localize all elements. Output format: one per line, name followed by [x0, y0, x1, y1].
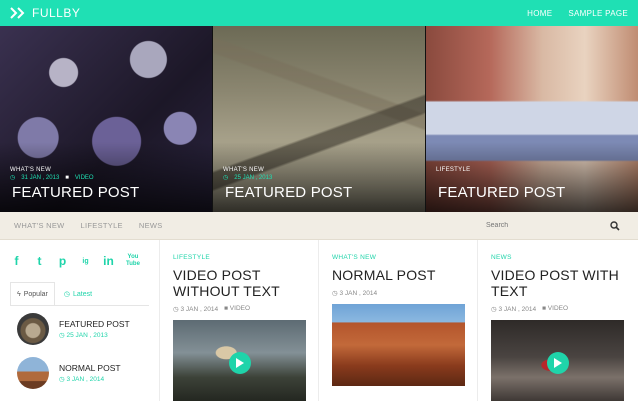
- logo[interactable]: FULLBY: [10, 6, 80, 20]
- twitter-icon[interactable]: t: [33, 254, 46, 268]
- featured-category[interactable]: WHAT'S NEW: [10, 167, 51, 173]
- list-item-date-text: 25 JAN , 2013: [66, 332, 108, 339]
- post-tabs: ϟ Popular ◷ Latest: [10, 282, 149, 305]
- clock-icon: ◷: [10, 175, 16, 181]
- post-date: ◷ 3 JAN , 2014: [173, 306, 219, 313]
- play-button[interactable]: [228, 351, 251, 374]
- post-date: ◷ 3 JAN , 2014: [491, 306, 537, 313]
- featured-type: VIDEO: [74, 174, 94, 181]
- featured-title[interactable]: FEATURED POST: [12, 184, 139, 201]
- post-thumbnail: [17, 313, 49, 345]
- post-thumbnail: [17, 357, 49, 389]
- tab-latest[interactable]: ◷ Latest: [57, 282, 99, 305]
- post-date-text: 3 JAN , 2014: [498, 306, 537, 313]
- featured-date: 31 JAN , 2013: [21, 174, 60, 181]
- post-category[interactable]: LIFESTYLE: [173, 254, 306, 261]
- post-type-text: VIDEO: [229, 305, 251, 312]
- category-nav: WHAT'S NEW LIFESTYLE NEWS: [0, 212, 638, 240]
- facebook-icon[interactable]: f: [10, 254, 23, 268]
- nav-home[interactable]: HOME: [527, 9, 552, 18]
- tab-latest-label: Latest: [72, 290, 93, 298]
- search-box: [476, 212, 624, 240]
- list-item-title: NORMAL POST: [59, 363, 121, 373]
- list-item-date: ◷ 25 JAN , 2013: [59, 332, 108, 339]
- category-lifestyle[interactable]: LIFESTYLE: [81, 221, 123, 230]
- double-chevron-icon: [10, 7, 25, 19]
- post-date-text: 3 JAN , 2014: [339, 290, 378, 297]
- youtube-icon[interactable]: You Tube: [125, 254, 141, 268]
- list-item[interactable]: NORMAL POST ◷ 3 JAN , 2014: [17, 357, 149, 389]
- featured-title[interactable]: FEATURED POST: [225, 184, 352, 201]
- post-card: WHAT'S NEW NORMAL POST ◷ 3 JAN , 2014: [319, 240, 478, 401]
- post-title[interactable]: VIDEO POST WITH TEXT: [491, 267, 626, 299]
- pinterest-icon[interactable]: p: [56, 254, 69, 268]
- brand-name: FULLBY: [32, 6, 81, 20]
- featured-date: 25 JAN , 2013: [234, 174, 273, 181]
- clock-icon: ◷: [63, 291, 70, 298]
- nav-sample-page[interactable]: SAMPLE PAGE: [568, 9, 628, 18]
- category-whats-new[interactable]: WHAT'S NEW: [14, 221, 65, 230]
- featured-card[interactable]: WHAT'S NEW ◷ 31 JAN , 2013 ■ VIDEO FEATURE…: [0, 26, 213, 212]
- popular-list: FEATURED POST ◷ 25 JAN , 2013 NORMAL POS…: [10, 305, 149, 389]
- tab-popular-label: Popular: [23, 290, 48, 298]
- top-nav: HOME SAMPLE PAGE: [527, 9, 628, 18]
- post-type-text: VIDEO: [547, 305, 569, 312]
- post-meta: ◷ 3 JAN , 2014 ■ VIDEO: [491, 305, 626, 313]
- category-news[interactable]: NEWS: [139, 221, 163, 230]
- post-type: ■ VIDEO: [224, 305, 251, 312]
- post-date-text: 3 JAN , 2014: [180, 306, 219, 313]
- play-icon: [236, 357, 244, 368]
- featured-category[interactable]: LIFESTYLE: [436, 167, 470, 173]
- featured-meta: ◷ 25 JAN , 2013: [223, 174, 273, 182]
- post-date: ◷ 3 JAN , 2014: [332, 290, 378, 297]
- post-card: LIFESTYLE VIDEO POST WITHOUT TEXT ◷ 3 JA…: [160, 240, 319, 401]
- featured-slider: WHAT'S NEW ◷ 31 JAN , 2013 ■ VIDEO FEATURE…: [0, 26, 638, 212]
- featured-title[interactable]: FEATURED POST: [438, 184, 565, 201]
- bolt-icon: ϟ: [17, 290, 21, 298]
- category-nav-items: WHAT'S NEW LIFESTYLE NEWS: [14, 221, 163, 230]
- clock-icon: ◷: [223, 175, 229, 181]
- featured-shade: [426, 142, 638, 212]
- post-category[interactable]: WHAT'S NEW: [332, 254, 465, 261]
- linkedin-icon[interactable]: in: [102, 254, 115, 268]
- top-bar: FULLBY HOME SAMPLE PAGE: [0, 0, 638, 26]
- search-input[interactable]: [486, 222, 596, 229]
- featured-category[interactable]: WHAT'S NEW: [223, 167, 264, 173]
- play-button[interactable]: [546, 351, 569, 374]
- sidebar: f t p ig in You Tube ϟ Popular ◷ Latest FE…: [0, 240, 160, 401]
- social-links: f t p ig in You Tube: [10, 252, 149, 270]
- post-meta: ◷ 3 JAN , 2014: [332, 289, 465, 297]
- list-item-date-text: 3 JAN , 2014: [66, 376, 105, 383]
- post-title[interactable]: NORMAL POST: [332, 267, 465, 283]
- tab-popular[interactable]: ϟ Popular: [10, 282, 55, 305]
- list-item[interactable]: FEATURED POST ◷ 25 JAN , 2013: [17, 313, 149, 345]
- post-title[interactable]: VIDEO POST WITHOUT TEXT: [173, 267, 306, 299]
- post-category[interactable]: NEWS: [491, 254, 626, 261]
- post-card: NEWS VIDEO POST WITH TEXT ◷ 3 JAN , 2014…: [478, 240, 638, 401]
- post-image[interactable]: [491, 320, 624, 401]
- post-type: ■ VIDEO: [542, 305, 569, 312]
- featured-card[interactable]: WHAT'S NEW ◷ 25 JAN , 2013 FEATURED POST: [213, 26, 426, 212]
- play-icon: [554, 357, 562, 368]
- list-item-date: ◷ 3 JAN , 2014: [59, 376, 105, 383]
- video-icon: ■: [65, 174, 69, 181]
- list-item-title: FEATURED POST: [59, 319, 130, 329]
- search-icon[interactable]: [610, 220, 620, 231]
- featured-meta: ◷ 31 JAN , 2013 ■ VIDEO: [10, 174, 94, 182]
- instagram-icon[interactable]: ig: [79, 255, 92, 268]
- featured-card[interactable]: LIFESTYLE FEATURED POST: [426, 26, 638, 212]
- post-meta: ◷ 3 JAN , 2014 ■ VIDEO: [173, 305, 306, 313]
- post-image[interactable]: [332, 304, 465, 386]
- post-image[interactable]: [173, 320, 306, 401]
